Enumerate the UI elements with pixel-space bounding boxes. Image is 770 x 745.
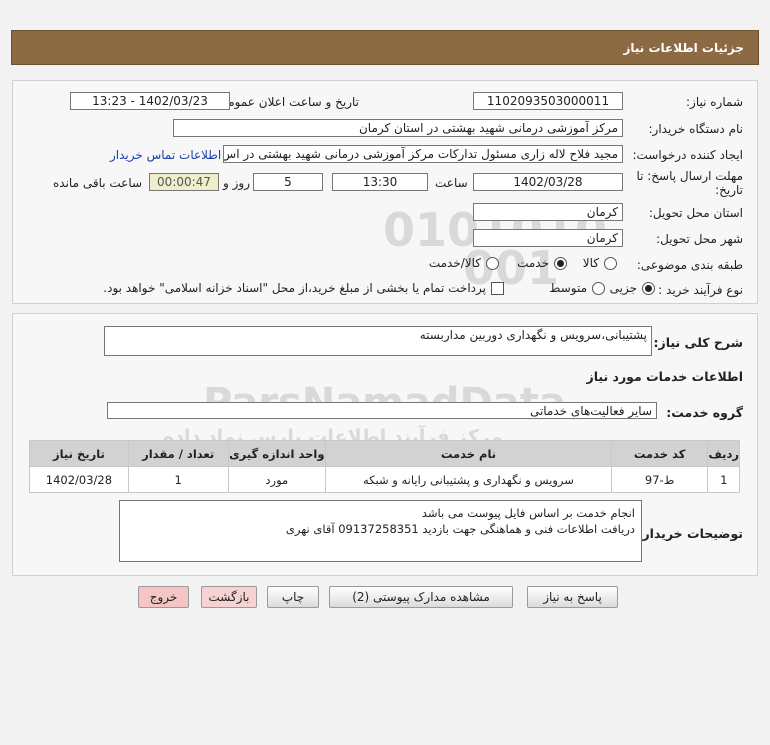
treasury-checkbox[interactable] (491, 282, 504, 295)
category-option-goods-service[interactable]: کالا/خدمت (429, 256, 499, 270)
buyer-org-field: مرکز آموزشی درمانی شهید بهشتی در استان ک… (173, 119, 623, 137)
delivery-city-field: کرمان (473, 229, 623, 247)
col-service-name: نام خدمت (325, 440, 612, 467)
deadline-time-field: 13:30 (332, 173, 428, 191)
buyer-desc-label: توضیحات خریدار: (637, 526, 743, 541)
remaining-timer: 00:00:47 (149, 173, 219, 191)
need-info-panel: 0101010 001 شماره نیاز: 1102093503000011… (12, 80, 758, 304)
process-label: نوع فرآیند خرید : (658, 283, 743, 297)
delivery-city-label: شهر محل تحویل: (656, 232, 743, 246)
col-service-code: کد خدمت (610, 440, 709, 467)
buyer-org-label: نام دستگاه خریدار: (648, 122, 744, 136)
announce-label: تاریخ و ساعت اعلان عمومی: (214, 95, 359, 109)
exit-button[interactable]: خروج (138, 586, 189, 608)
attachments-button[interactable]: مشاهده مدارک پیوستی (2) (329, 586, 513, 608)
general-desc-label: شرح کلی نیاز: (653, 335, 743, 350)
buyer-desc-box: انجام خدمت بر اساس فایل پیوست می باشد در… (119, 500, 642, 562)
requester-field: مجید فلاح لاله زاری مسئول تدارکات مرکز آ… (223, 145, 623, 163)
treasury-option[interactable]: پرداخت تمام یا بخشی از مبلغ خرید،از محل … (103, 281, 504, 295)
table-header-row: ردیف کد خدمت نام خدمت واحد اندازه گیری ت… (29, 440, 740, 467)
deadline-label: مهلت ارسال پاسخ: تا (636, 169, 743, 183)
need-number-label: شماره نیاز: (686, 95, 743, 109)
radio-medium[interactable] (592, 282, 605, 295)
table-row: 1 ط-97 سرویس و نگهداری و پشتیبانی رایانه… (29, 466, 740, 493)
radio-minor[interactable] (642, 282, 655, 295)
back-button[interactable]: بازگشت (201, 586, 257, 608)
process-option-medium[interactable]: متوسط (549, 281, 605, 295)
deadline-time-label: ساعت (435, 176, 468, 190)
days-label: روز و (223, 176, 250, 190)
cell-need-date: 1402/03/28 (29, 466, 129, 493)
cell-service-name: سرویس و نگهداری و پشتیبانی رایانه و شبکه (325, 466, 612, 493)
radio-goods[interactable] (604, 257, 617, 270)
general-desc-field: پشتیبانی،سرویس و نگهداری دوربین مداربسته (104, 326, 652, 356)
cell-quantity: 1 (127, 466, 229, 493)
radio-goods-service[interactable] (486, 257, 499, 270)
col-unit: واحد اندازه گیری (227, 440, 327, 467)
services-heading: اطلاعات خدمات مورد نیاز (586, 369, 744, 384)
days-field: 5 (253, 173, 323, 191)
service-group-field: سایر فعالیت‌های خدماتی (107, 402, 657, 419)
cell-service-code: ط-97 (610, 466, 709, 493)
col-quantity: تعداد / مقدار (127, 440, 229, 467)
delivery-province-field: کرمان (473, 203, 623, 221)
requester-label: ایجاد کننده درخواست: (632, 148, 743, 162)
category-option-goods[interactable]: کالا (583, 256, 617, 270)
buyer-desc-line-1: انجام خدمت بر اساس فایل پیوست می باشد (421, 506, 635, 520)
need-details-panel: ParsNamadData مرکز فرآیند اطلاعات پارس ن… (12, 313, 758, 576)
buyer-contact-link[interactable]: اطلاعات تماس خریدار (110, 148, 221, 162)
deadline-label-date: تاریخ: (715, 183, 743, 197)
process-option-minor[interactable]: جزیی (610, 281, 655, 295)
page-title: جزئیات اطلاعات نیاز (11, 30, 759, 65)
cell-row: 1 (707, 466, 740, 493)
delivery-province-label: استان محل تحویل: (648, 206, 743, 220)
announce-field: 1402/03/23 - 13:23 (70, 92, 230, 110)
need-number-field: 1102093503000011 (473, 92, 623, 110)
print-button[interactable]: چاپ (267, 586, 319, 608)
col-row: ردیف (707, 440, 740, 467)
services-table: ردیف کد خدمت نام خدمت واحد اندازه گیری ت… (29, 440, 740, 493)
category-label: طبقه بندی موضوعی: (636, 258, 743, 272)
deadline-date-field: 1402/03/28 (473, 173, 623, 191)
col-need-date: تاریخ نیاز (29, 440, 129, 467)
buyer-desc-line-2: دریافت اطلاعات فنی و هماهنگی جهت بازدید … (285, 522, 635, 536)
service-group-label: گروه خدمت: (666, 405, 743, 420)
radio-service[interactable] (554, 257, 567, 270)
cell-unit: مورد (227, 466, 327, 493)
category-option-service[interactable]: خدمت (517, 256, 567, 270)
reply-button[interactable]: پاسخ به نیاز (527, 586, 618, 608)
remaining-label: ساعت باقی مانده (53, 176, 143, 190)
